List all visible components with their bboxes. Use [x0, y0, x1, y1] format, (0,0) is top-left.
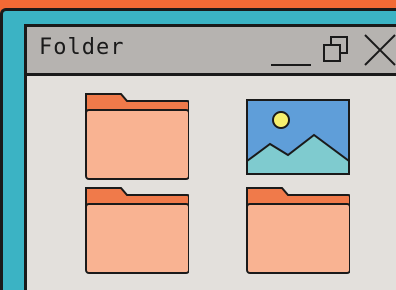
- folder-window: Folder: [24, 24, 396, 290]
- window-title: Folder: [39, 35, 125, 60]
- folder-icon[interactable]: [83, 185, 189, 275]
- image-file-icon[interactable]: [244, 97, 350, 187]
- folder-icon[interactable]: [83, 91, 189, 181]
- restore-icon[interactable]: [319, 27, 355, 73]
- window-titlebar[interactable]: Folder: [27, 27, 396, 76]
- close-icon[interactable]: [361, 27, 396, 73]
- minimize-icon[interactable]: [267, 27, 313, 73]
- folder-icon[interactable]: [244, 185, 350, 275]
